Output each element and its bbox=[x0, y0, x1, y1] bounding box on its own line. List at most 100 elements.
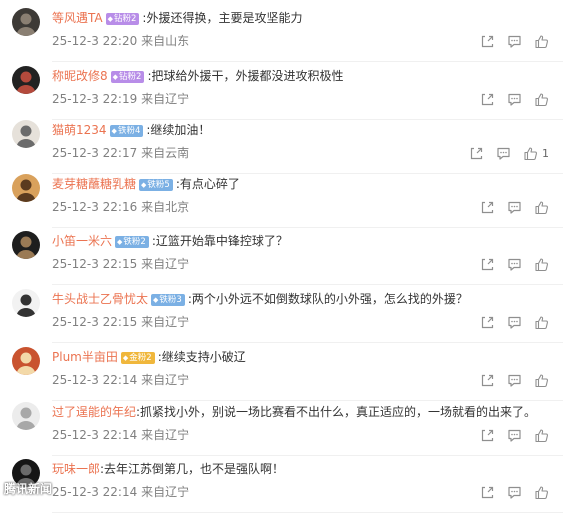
fan-badge: ◆铁粉3 bbox=[151, 294, 185, 306]
like-button[interactable] bbox=[534, 92, 549, 107]
avatar[interactable] bbox=[12, 174, 40, 202]
share-icon[interactable] bbox=[480, 34, 495, 49]
fan-badge: ◆金粉2 bbox=[120, 352, 155, 364]
comment-text: :继续加油！ bbox=[146, 123, 211, 137]
reply-icon[interactable] bbox=[496, 146, 511, 161]
fan-badge-label: 铁粉5 bbox=[147, 180, 170, 190]
fan-badge: ◆钻粉2 bbox=[110, 71, 145, 83]
comment-text: :有点心碎了 bbox=[175, 177, 240, 191]
like-button[interactable] bbox=[534, 257, 549, 272]
comment-item: Plum半亩田 ◆金粉2:继续支持小破辽 25-12-3 22:14 来自辽宁 bbox=[0, 343, 563, 401]
comment-list: 等风遇TA ◆钻粉2:外援还得换，主要是攻坚能力 25-12-3 22:20 来自山… bbox=[0, 0, 563, 513]
comment-line: 猫萌1234 ◆铁粉4 :继续加油！ bbox=[52, 119, 553, 141]
like-button[interactable] bbox=[534, 428, 549, 443]
fan-badge-label: 铁粉2 bbox=[123, 237, 146, 247]
reply-icon[interactable] bbox=[507, 315, 522, 330]
share-icon[interactable] bbox=[480, 485, 495, 500]
reply-icon[interactable] bbox=[507, 200, 522, 215]
comment-actions bbox=[480, 90, 549, 108]
thumbs-up-icon bbox=[534, 34, 549, 49]
reply-icon[interactable] bbox=[507, 428, 522, 443]
share-icon[interactable] bbox=[480, 315, 495, 330]
comment-text: :继续支持小破辽 bbox=[157, 350, 246, 364]
like-count: 1 bbox=[542, 146, 549, 160]
like-button[interactable] bbox=[534, 373, 549, 388]
share-icon[interactable] bbox=[480, 257, 495, 272]
comment-line: Plum半亩田 ◆金粉2:继续支持小破辽 bbox=[52, 346, 553, 368]
fan-badge-label: 铁粉3 bbox=[159, 295, 182, 305]
comment-location: 来自辽宁 bbox=[141, 373, 190, 387]
comment-actions bbox=[480, 371, 549, 389]
comment-item: 麦芽糖蘸糖乳糖 ◆铁粉5:有点心碎了 25-12-3 22:16 来自北京 bbox=[0, 170, 563, 228]
share-icon[interactable] bbox=[480, 428, 495, 443]
like-button[interactable]: 1 bbox=[523, 146, 549, 161]
comment-item: 小笛一米六 ◆铁粉2:辽篮开始靠中锋控球了？ 25-12-3 22:15 来自辽宁 bbox=[0, 227, 563, 285]
thumbs-up-icon bbox=[534, 200, 549, 215]
username-link[interactable]: 玩味一郎 bbox=[52, 462, 100, 476]
fan-badge: ◆铁粉2 bbox=[115, 236, 149, 248]
fan-badge-label: 钻粉2 bbox=[119, 72, 142, 82]
comment-meta: 25-12-3 22:19 来自辽宁 bbox=[52, 89, 189, 109]
fan-badge-icon: ◆ bbox=[111, 127, 117, 135]
reply-icon[interactable] bbox=[507, 92, 522, 107]
thumbs-up-icon bbox=[523, 146, 538, 161]
comment-item: 玩味一郎:去年江苏倒第几，也不是强队啊！ 25-12-3 22:14 来自辽宁 bbox=[0, 455, 563, 513]
fan-badge-icon: ◆ bbox=[153, 296, 159, 304]
comment-text: :两个小外远不如倒数球队的小外强，怎么找的外援？ bbox=[187, 292, 468, 306]
username-link[interactable]: 小笛一米六 bbox=[52, 234, 112, 248]
share-icon[interactable] bbox=[480, 200, 495, 215]
comment-meta: 25-12-3 22:17 来自云南 bbox=[52, 143, 189, 163]
comment-location: 来自北京 bbox=[141, 200, 190, 214]
comment-actions bbox=[480, 313, 549, 331]
avatar[interactable] bbox=[12, 231, 40, 259]
comment-location: 来自山东 bbox=[141, 34, 190, 48]
comment-text: :去年江苏倒第几，也不是强队啊！ bbox=[100, 462, 285, 476]
thumbs-up-icon bbox=[534, 428, 549, 443]
username-link[interactable]: Plum半亩田 bbox=[52, 350, 118, 364]
reply-icon[interactable] bbox=[507, 485, 522, 500]
username-link[interactable]: 牛头战士乙骨忧太 bbox=[52, 292, 148, 306]
username-link[interactable]: 称昵改修8 bbox=[52, 69, 108, 83]
like-button[interactable] bbox=[534, 485, 549, 500]
avatar[interactable] bbox=[12, 402, 40, 430]
avatar[interactable] bbox=[12, 347, 40, 375]
username-link[interactable]: 麦芽糖蘸糖乳糖 bbox=[52, 177, 136, 191]
username-link[interactable]: 猫萌1234 bbox=[52, 123, 107, 137]
comment-actions bbox=[480, 255, 549, 273]
avatar[interactable] bbox=[12, 8, 40, 36]
comment-meta: 25-12-3 22:14 来自辽宁 bbox=[52, 370, 189, 390]
avatar[interactable] bbox=[12, 120, 40, 148]
thumbs-up-icon bbox=[534, 257, 549, 272]
username-link[interactable]: 过了逞能的年纪 bbox=[52, 405, 136, 419]
comment-actions bbox=[480, 198, 549, 216]
comment-item: 牛头战士乙骨忧太 ◆铁粉3:两个小外远不如倒数球队的小外强，怎么找的外援？ 25-1… bbox=[0, 285, 563, 343]
username-link[interactable]: 等风遇TA bbox=[52, 11, 103, 25]
fan-badge-label: 钻粉2 bbox=[114, 14, 137, 24]
comment-location: 来自云南 bbox=[141, 146, 190, 160]
avatar[interactable] bbox=[12, 66, 40, 94]
comment-line: 等风遇TA ◆钻粉2:外援还得换，主要是攻坚能力 bbox=[52, 7, 553, 29]
avatar[interactable] bbox=[12, 289, 40, 317]
comment-line: 小笛一米六 ◆铁粉2:辽篮开始靠中锋控球了？ bbox=[52, 230, 553, 252]
comment-line: 牛头战士乙骨忧太 ◆铁粉3:两个小外远不如倒数球队的小外强，怎么找的外援？ bbox=[52, 288, 553, 310]
fan-badge-label: 铁粉4 bbox=[117, 126, 141, 136]
like-button[interactable] bbox=[534, 200, 549, 215]
reply-icon[interactable] bbox=[507, 257, 522, 272]
comment-actions: 1 bbox=[469, 144, 549, 162]
reply-icon[interactable] bbox=[507, 373, 522, 388]
comment-meta: 25-12-3 22:16 来自北京 bbox=[52, 197, 189, 217]
like-button[interactable] bbox=[534, 315, 549, 330]
comment-time: 25-12-3 22:17 bbox=[52, 146, 138, 160]
like-button[interactable] bbox=[534, 34, 549, 49]
share-icon[interactable] bbox=[480, 92, 495, 107]
reply-icon[interactable] bbox=[507, 34, 522, 49]
comment-location: 来自辽宁 bbox=[141, 92, 190, 106]
comment-meta: 25-12-3 22:15 来自辽宁 bbox=[52, 254, 189, 274]
share-icon[interactable] bbox=[469, 146, 484, 161]
fan-badge-icon: ◆ bbox=[112, 73, 119, 81]
thumbs-up-icon bbox=[534, 315, 549, 330]
share-icon[interactable] bbox=[480, 373, 495, 388]
fan-badge-icon: ◆ bbox=[117, 238, 123, 246]
comment-time: 25-12-3 22:20 bbox=[52, 34, 138, 48]
comment-item: 称昵改修8 ◆钻粉2:把球给外援干，外援都没进攻积极性 25-12-3 22:19 … bbox=[0, 62, 563, 120]
